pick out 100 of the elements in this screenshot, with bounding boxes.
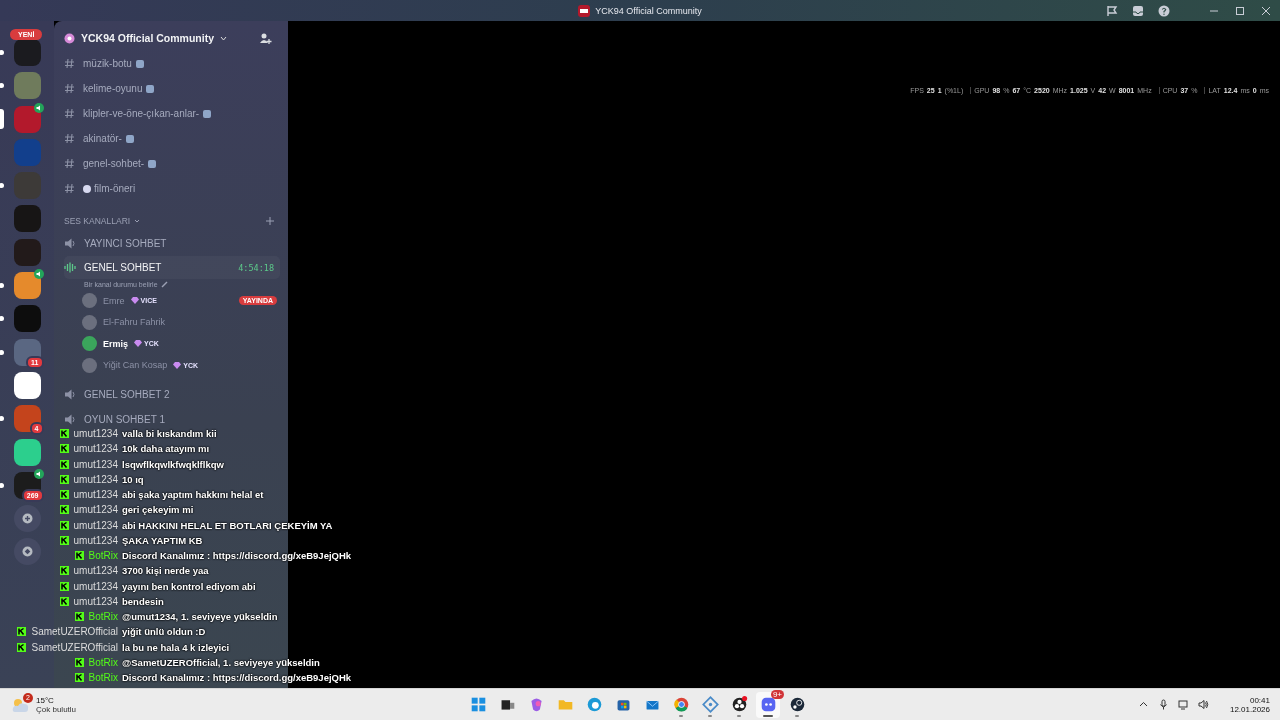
kick-icon xyxy=(74,673,84,683)
hashtag-icon xyxy=(64,183,75,194)
kick-icon xyxy=(59,444,69,454)
chrome-icon xyxy=(672,696,690,713)
sound-wave-icon xyxy=(64,262,77,273)
compass-icon xyxy=(21,546,33,558)
kick-icon xyxy=(74,612,84,622)
channel-name[interactable]: müzik-botu xyxy=(83,58,132,69)
member-name[interactable]: Yiğit Can Kosap xyxy=(103,360,168,371)
voice-channel-row[interactable]: GENEL SOHBET 4:54:18 xyxy=(64,256,280,279)
edge-icon xyxy=(585,696,603,713)
call-timer: 4:54:18 xyxy=(238,262,274,273)
emoji-icon xyxy=(148,159,157,168)
emoji-icon xyxy=(125,134,134,143)
discord-icon xyxy=(759,696,777,713)
chat-username: umut1234 xyxy=(73,458,118,470)
clock-time[interactable]: 00:41 xyxy=(1249,695,1270,705)
voice-channel-row[interactable]: GENEL SOHBET 2 xyxy=(64,382,280,407)
gem-icon xyxy=(130,297,139,305)
plus-icon xyxy=(21,513,33,525)
chat-username: umut1234 xyxy=(73,534,118,546)
chat-username: BotRix xyxy=(88,611,118,623)
voice-channel-name: GENEL SOHBET 2 xyxy=(84,389,170,400)
chat-username: umut1234 xyxy=(73,473,118,485)
voice-channel-name: GENEL SOHBET xyxy=(84,262,162,273)
category-label[interactable]: SES KANALLARI xyxy=(64,216,131,226)
chat-message: bendesin xyxy=(122,594,165,609)
avatar[interactable] xyxy=(82,336,97,352)
chat-message: @umut1234, 1. seviyeye yükseldin xyxy=(122,610,279,625)
cloud-icon[interactable] xyxy=(12,696,30,713)
chat-username: SametUZEROfficial xyxy=(31,626,118,638)
voice-channel-row[interactable]: YAYINCI SOHBET xyxy=(64,231,280,256)
microphone-icon[interactable] xyxy=(1157,699,1169,710)
hashtag-icon xyxy=(64,133,75,144)
chat-username: umut1234 xyxy=(73,595,118,607)
monitor-icon[interactable] xyxy=(1177,699,1189,710)
help-icon[interactable] xyxy=(1158,4,1170,17)
hashtag-icon xyxy=(64,108,75,119)
chat-username: BotRix xyxy=(88,550,118,562)
kick-icon xyxy=(59,535,69,545)
chat-message: @SametUZEROfficial, 1. seviyeye yükseldin xyxy=(122,655,321,670)
volume-icon[interactable] xyxy=(1197,699,1209,710)
avatar[interactable] xyxy=(82,314,97,330)
member-name[interactable]: Emre xyxy=(103,295,125,306)
flag-icon[interactable] xyxy=(1106,4,1118,17)
plus-icon[interactable] xyxy=(266,217,274,225)
chat-message: Discord Kanalımız : https://discord.gg/xeB9JejQHk xyxy=(122,671,352,686)
pencil-icon[interactable] xyxy=(160,281,168,288)
close-icon[interactable] xyxy=(1260,4,1272,17)
server-name[interactable]: YCK94 Official Community xyxy=(81,32,215,44)
kick-icon xyxy=(59,520,69,530)
voice-channel-name: OYUN SOHBET 1 xyxy=(84,414,165,425)
chat-username: umut1234 xyxy=(73,565,118,577)
channel-name[interactable]: genel-sohbet- xyxy=(83,158,145,169)
kick-icon xyxy=(59,566,69,576)
member-name[interactable]: El-Fahru Fahrik xyxy=(103,317,165,328)
chat-message: 10 ıq xyxy=(122,472,145,487)
kick-icon xyxy=(17,627,27,637)
chat-username: BotRix xyxy=(88,672,118,684)
chat-message: valla bi kıskandım kii xyxy=(122,427,218,442)
speaker-icon xyxy=(64,414,77,425)
chat-message: abi HAKKINI HELAL ET BOTLARI ÇEKEYİM YA xyxy=(122,518,334,533)
speaker-icon xyxy=(64,389,77,400)
network-icon xyxy=(701,696,719,713)
emoji-icon xyxy=(203,109,212,118)
server-icon[interactable] xyxy=(13,371,41,399)
channel-name[interactable]: kelime-oyunu xyxy=(83,83,143,94)
kick-icon xyxy=(74,551,84,561)
clock-date[interactable]: 12.01.2026 xyxy=(1229,704,1270,714)
steam-icon xyxy=(788,696,806,713)
obs-icon xyxy=(730,696,748,713)
discover-button[interactable] xyxy=(13,538,41,566)
server-badge-icon xyxy=(64,32,75,44)
voice-channel-name: YAYINCI SOHBET xyxy=(84,238,167,249)
window-title: YCK94 Official Community xyxy=(595,5,702,16)
hashtag-icon xyxy=(64,58,75,69)
chevron-down-icon[interactable] xyxy=(134,219,141,223)
kick-icon xyxy=(59,429,69,439)
avatar[interactable] xyxy=(82,357,97,373)
channel-name[interactable]: akinatör- xyxy=(83,133,122,144)
notification-badge: 9+ xyxy=(770,689,784,699)
channel-name[interactable]: klipler-ve-öne-çıkan-anlar- xyxy=(83,108,200,119)
kick-icon xyxy=(59,596,69,606)
inbox-icon[interactable] xyxy=(1132,4,1144,17)
add-member-icon[interactable] xyxy=(259,31,272,45)
chat-message: Discord Kanalımız : https://discord.gg/xeB9JejQHk xyxy=(122,549,352,564)
chat-username: umut1234 xyxy=(73,489,118,501)
maximize-icon[interactable] xyxy=(1234,4,1246,17)
kick-icon xyxy=(59,581,69,591)
chat-username: umut1234 xyxy=(73,443,118,455)
chat-message: yiğit ünlü oldun :D xyxy=(122,625,207,640)
add-server-button[interactable] xyxy=(13,505,41,533)
temperature: 15°C xyxy=(36,695,55,705)
channel-name[interactable]: film-öneri xyxy=(94,183,136,194)
speaker-icon xyxy=(64,238,77,249)
kick-icon xyxy=(74,657,84,667)
member-name[interactable]: Ermiş xyxy=(103,338,128,349)
chat-message: ŞAKA YAPTIM KB xyxy=(122,533,204,548)
avatar[interactable] xyxy=(82,293,97,309)
chat-username: umut1234 xyxy=(73,504,118,516)
